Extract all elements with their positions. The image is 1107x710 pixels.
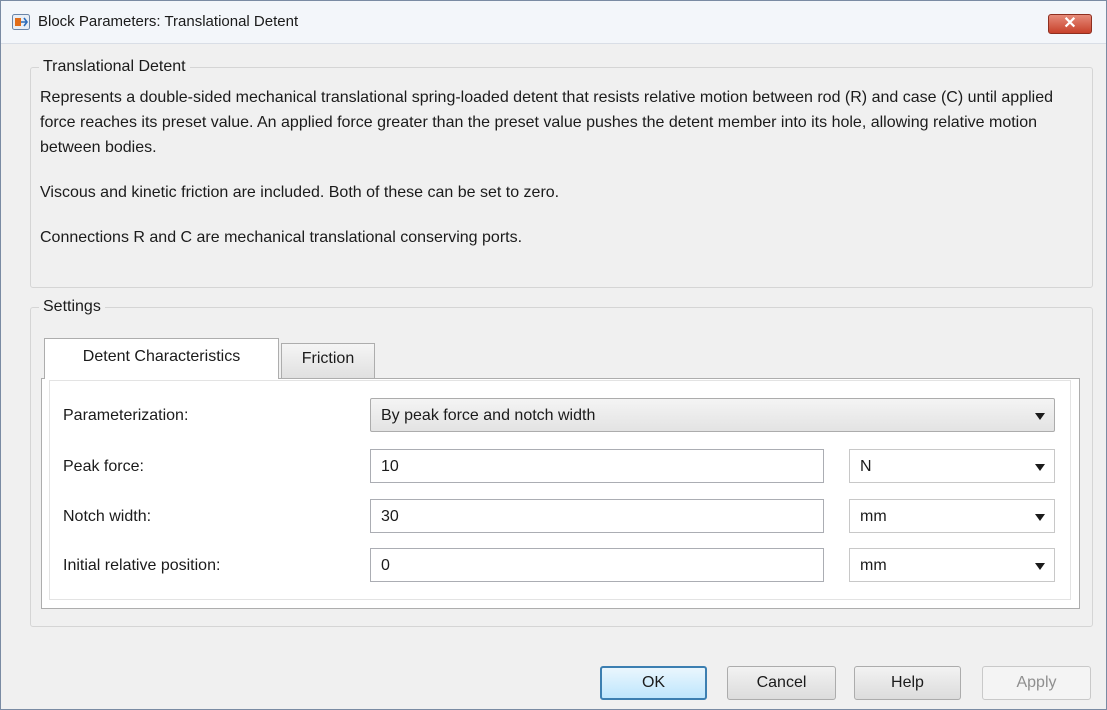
description-paragraph: Connections R and C are mechanical trans… — [40, 229, 523, 246]
block-description: Represents a double-sided mechanical tra… — [31, 76, 1092, 250]
ok-button[interactable]: OK — [600, 666, 707, 700]
help-button[interactable]: Help — [854, 666, 961, 700]
title-bar[interactable]: Block Parameters: Translational Detent ✕ — [1, 1, 1106, 44]
chevron-down-icon — [1035, 464, 1045, 471]
chevron-down-icon — [1035, 563, 1045, 570]
close-button[interactable]: ✕ — [1048, 14, 1092, 34]
tab-friction[interactable]: Friction — [281, 343, 375, 378]
cancel-button[interactable]: Cancel — [727, 666, 836, 700]
description-paragraph: Viscous and kinetic friction are include… — [40, 184, 560, 201]
peak-force-unit-value: N — [860, 458, 872, 475]
simulink-app-icon — [12, 14, 30, 30]
peak-force-input[interactable]: 10 — [370, 449, 824, 483]
description-paragraph: Represents a double-sided mechanical tra… — [40, 89, 1053, 156]
initial-relative-position-input[interactable]: 0 — [370, 548, 824, 582]
description-legend: Translational Detent — [43, 58, 186, 75]
chevron-down-icon — [1035, 514, 1045, 521]
settings-legend: Settings — [43, 298, 101, 315]
initial-relative-position-unit-dropdown[interactable]: mm — [849, 548, 1055, 582]
notch-width-label: Notch width: — [63, 508, 152, 525]
tab-detent-characteristics[interactable]: Detent Characteristics — [44, 338, 279, 379]
notch-width-unit-value: mm — [860, 508, 887, 525]
parameterization-value: By peak force and notch width — [381, 407, 596, 424]
apply-button[interactable]: Apply — [982, 666, 1091, 700]
parameterization-label: Parameterization: — [63, 407, 189, 424]
window-title: Block Parameters: Translational Detent — [38, 13, 299, 30]
notch-width-input[interactable]: 30 — [370, 499, 824, 533]
chevron-down-icon — [1035, 413, 1045, 420]
peak-force-label: Peak force: — [63, 458, 144, 475]
parameterization-dropdown[interactable]: By peak force and notch width — [370, 398, 1055, 432]
peak-force-unit-dropdown[interactable]: N — [849, 449, 1055, 483]
close-icon: ✕ — [1063, 15, 1077, 32]
initial-relative-position-label: Initial relative position: — [63, 557, 221, 574]
initial-relative-position-unit-value: mm — [860, 557, 887, 574]
notch-width-unit-dropdown[interactable]: mm — [849, 499, 1055, 533]
description-group: Translational Detent Represents a double… — [30, 58, 1093, 288]
dialog-window: Block Parameters: Translational Detent ✕… — [0, 0, 1107, 710]
